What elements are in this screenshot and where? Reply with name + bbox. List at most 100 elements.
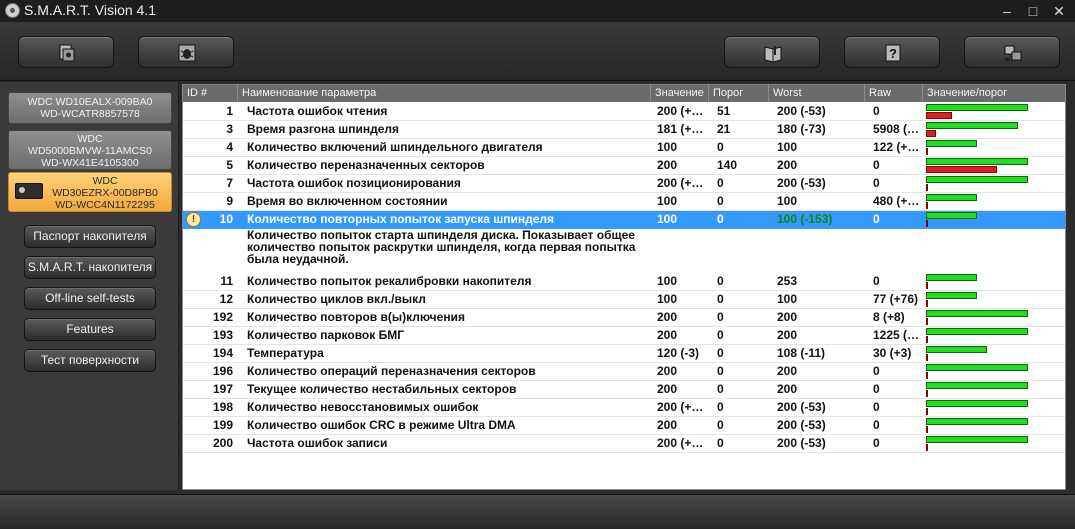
threshold-bar: [926, 220, 928, 227]
drive-model: WD30EZRX-00D8PB0: [52, 187, 158, 199]
value-bar: [926, 176, 1028, 183]
value-threshold-bar: [925, 211, 1045, 228]
table-row[interactable]: ! 10 Количество повторных попыток запуска …: [183, 211, 1065, 229]
table-row[interactable]: 9 Время во включенном состоянии 100 0 100 480…: [183, 193, 1065, 211]
cell-worst: 200 (-53): [777, 436, 826, 450]
cell-worst: 200: [777, 310, 798, 324]
table-row[interactable]: 5 Количество переназначенных секторов 200 1…: [183, 157, 1065, 175]
value-bar: [926, 436, 1028, 443]
cell-value: 100: [657, 212, 678, 226]
surface-test-button[interactable]: Тест поверхности: [24, 349, 156, 372]
drive-item-wd10ealx[interactable]: WDC WD10EALX-009BA0 WD-WCATR8857578: [8, 92, 172, 124]
cell-threshold: 0: [717, 382, 724, 396]
cell-id: 5: [226, 158, 233, 172]
cell-raw: 122 (+…: [873, 140, 920, 154]
cell-name: Количество операций переназначения секто…: [247, 364, 536, 378]
value-bar: [926, 364, 1028, 371]
table-row[interactable]: 11 Количество попыток рекалибровки накопи…: [183, 273, 1065, 291]
cell-id: 200: [212, 436, 233, 450]
table-row[interactable]: 194 Температура 120 (-3) 0 108 (-11) 30 (+3): [183, 345, 1065, 363]
table-row[interactable]: 193 Количество парковок БМГ 200 0 200 1225 (…: [183, 327, 1065, 345]
cell-id: 3: [226, 122, 233, 136]
column-header-name[interactable]: Наименование параметра: [238, 85, 651, 102]
drive-serial: WD-WCATR8857578: [40, 108, 140, 120]
cell-threshold: 0: [717, 274, 724, 288]
cell-worst: 100: [777, 194, 798, 208]
exit-button[interactable]: [964, 36, 1060, 68]
value-threshold-bar: [925, 327, 1045, 344]
column-header-worst[interactable]: Worst: [769, 85, 865, 102]
cell-value: 200 (+…: [657, 104, 704, 118]
cell-raw: 0: [873, 364, 880, 378]
threshold-bar: [926, 282, 928, 289]
close-button[interactable]: ✕: [1048, 1, 1070, 21]
table-row[interactable]: 12 Количество циклов вкл./выкл 100 0 100 77 (…: [183, 291, 1065, 309]
column-header-value[interactable]: Значение: [651, 85, 709, 102]
table-row[interactable]: 1 Частота ошибок чтения 200 (+… 51 200 (-53)…: [183, 103, 1065, 121]
features-button[interactable]: Features: [24, 318, 156, 341]
value-bar: [926, 194, 977, 201]
cell-value: 120 (-3): [657, 346, 700, 360]
drive-serial: WD-WCC4N1172295: [55, 199, 155, 211]
cell-raw: 480 (+…: [873, 194, 920, 208]
cell-id: 12: [219, 292, 233, 306]
table-row[interactable]: 196 Количество операций переназначения се…: [183, 363, 1065, 381]
value-bar: [926, 400, 1028, 407]
cell-name: Количество повторных попыток запуска шпи…: [247, 212, 554, 226]
threshold-bar: [926, 408, 928, 415]
value-threshold-bar: [925, 121, 1045, 138]
maximize-button[interactable]: □: [1022, 1, 1044, 21]
column-header-raw[interactable]: Raw: [865, 85, 923, 102]
column-header-id[interactable]: ID #: [183, 85, 238, 102]
cell-threshold: 0: [717, 364, 724, 378]
offline-self-tests-button[interactable]: Off-line self-tests: [24, 287, 156, 310]
table-row[interactable]: 3 Время разгона шпинделя 181 (+… 21 180 (-73…: [183, 121, 1065, 139]
table-row[interactable]: 192 Количество повторов в(ы)ключения 200 0 2…: [183, 309, 1065, 327]
cell-raw: 5908 (…: [873, 122, 920, 136]
cell-threshold: 0: [717, 328, 724, 342]
bug-button[interactable]: [138, 36, 234, 68]
drive-passport-button[interactable]: Паспорт накопителя: [24, 225, 156, 248]
table-row[interactable]: 7 Частота ошибок позиционирования 200 (+… 0…: [183, 175, 1065, 193]
cell-raw: 1225 (…: [873, 328, 920, 342]
minimize-button[interactable]: –: [996, 1, 1018, 21]
cell-value: 200: [657, 310, 678, 324]
cell-id: 10: [219, 212, 233, 226]
threshold-bar: [926, 426, 928, 433]
cell-name: Количество циклов вкл./выкл: [247, 292, 426, 306]
value-bar: [926, 274, 977, 281]
table-row[interactable]: 198 Количество невосстановимых ошибок 200 …: [183, 399, 1065, 417]
sidebar: WDC WD10EALX-009BA0 WD-WCATR8857578 WDC …: [0, 82, 179, 490]
table-row[interactable]: 197 Текущее количество нестабильных секто…: [183, 381, 1065, 399]
title-bar: S.M.A.R.T. Vision 4.1 – □ ✕: [0, 0, 1075, 22]
value-bar: [926, 310, 1028, 317]
cell-raw: 0: [873, 382, 880, 396]
smart-button[interactable]: S.M.A.R.T. накопителя: [24, 256, 156, 279]
drive-item-wd5000bmvw[interactable]: WDC WD5000BMVW-11AMCS0 WD-WX41E4105300: [8, 130, 172, 170]
help-button[interactable]: ?: [844, 36, 940, 68]
value-threshold-bar: [925, 139, 1045, 156]
cell-raw: 0: [873, 436, 880, 450]
table-row[interactable]: 199 Количество ошибок CRC в режиме Ultra …: [183, 417, 1065, 435]
cell-id: 1: [226, 104, 233, 118]
cell-name: Время разгона шпинделя: [247, 122, 400, 136]
cell-name: Количество парковок БМГ: [247, 328, 405, 342]
column-header-value-threshold[interactable]: Значение/порог: [923, 85, 1065, 102]
table-row[interactable]: 200 Частота ошибок записи 200 (+… 0 200 (-53…: [183, 435, 1065, 453]
cell-name: Количество повторов в(ы)ключения: [247, 310, 465, 324]
book-button[interactable]: [724, 36, 820, 68]
cell-threshold: 0: [717, 400, 724, 414]
cell-threshold: 0: [717, 436, 724, 450]
disk-report-button[interactable]: [18, 36, 114, 68]
cell-worst: 200: [777, 158, 798, 172]
value-threshold-bar: [925, 399, 1045, 416]
column-header-threshold[interactable]: Порог: [709, 85, 769, 102]
book-icon: [764, 46, 782, 63]
threshold-bar: [926, 354, 928, 361]
cell-value: 200 (+…: [657, 176, 704, 190]
disk-report-icon: [59, 44, 75, 62]
table-row[interactable]: 4 Количество включений шпиндельного двига…: [183, 139, 1065, 157]
threshold-bar: [926, 184, 928, 191]
drive-item-wd30ezrx[interactable]: WDC WD30EZRX-00D8PB0 WD-WCC4N1172295: [8, 172, 172, 212]
value-threshold-bar: [925, 435, 1045, 452]
